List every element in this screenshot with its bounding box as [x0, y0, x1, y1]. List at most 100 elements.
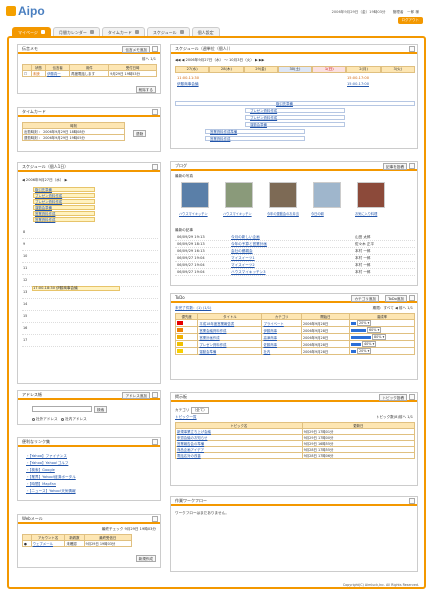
logout-button[interactable]: ログアウト	[397, 17, 423, 24]
week-span-event[interactable]: 運動会準備	[245, 122, 345, 127]
table-row[interactable]: 営業計画作成 高津商事 2006年9月28日 80% ▾	[174, 333, 416, 341]
table-row[interactable]: 平成18年度営業報告書 プライベート 2006年9月28日 20% ▾	[174, 319, 416, 327]
todo-title[interactable]: 運動会準備	[197, 347, 263, 355]
week-day-header[interactable]: 2(月)	[346, 66, 381, 73]
board-nav[interactable]: トピック数(8)前へ 1/1	[376, 415, 413, 420]
week-day-header[interactable]: 28(木)	[209, 66, 244, 73]
progress-select[interactable]: 80% ▾	[371, 334, 387, 340]
todo-nav[interactable]: 期限：すべて ◀ 前へ 1/1	[373, 306, 413, 311]
settings-icon[interactable]	[89, 30, 94, 34]
blog-photo-caption[interactable]: 今年の運動会のお弁当	[267, 211, 299, 216]
week-day-header[interactable]: 29(金)	[243, 66, 278, 73]
week-day-header[interactable]: 3(火)	[380, 66, 415, 73]
allday-event-label[interactable]: 運動会準備	[35, 205, 52, 210]
week-day-header[interactable]: 27(水)	[175, 66, 210, 73]
tab-mypage[interactable]: マイページ	[12, 27, 51, 36]
todo-filter[interactable]: 未完了件数：(1) (1/1)	[175, 306, 211, 311]
week-span-label[interactable]: 営業資料作成準備	[210, 129, 237, 134]
blog-entry[interactable]: 06/09/29 18:13 今年の予算と営業計画 佐々木 正平	[175, 241, 415, 248]
table-row[interactable]: ● ウェブメール 未確認 9月29日 19時03分	[22, 540, 133, 547]
board-add-button[interactable]: トピック投稿	[379, 394, 407, 401]
todo-title[interactable]: 営業計画作成	[197, 333, 263, 341]
edit-icon[interactable]	[152, 109, 158, 115]
address-search-input[interactable]	[32, 406, 92, 412]
progress-select[interactable]: 40% ▾	[361, 341, 377, 347]
edit-icon[interactable]	[152, 164, 158, 170]
link-item[interactable]: ・【ニュース】Yahoo!天気情報	[26, 489, 76, 494]
week-span-label[interactable]: 運動会準備	[250, 122, 267, 127]
todo-title[interactable]: 営業会議資料作成	[197, 326, 263, 334]
week-span-event[interactable]: プレゼン資料作成	[245, 115, 345, 120]
link-item[interactable]: ・【Yahoo】ファイナンス	[26, 454, 67, 459]
blog-photo[interactable]	[269, 182, 297, 208]
todo-title[interactable]: プレゼン資料作成	[197, 340, 263, 348]
table-row[interactable]: 電話応対の改善 9月28日 17時06分	[175, 452, 416, 459]
settings-icon[interactable]	[134, 30, 139, 34]
address-search-button[interactable]: 検索	[94, 406, 108, 413]
link-item[interactable]: ・【検索】Google	[26, 468, 55, 473]
blog-entry-title[interactable]: マイスイーツ2	[231, 263, 255, 268]
blog-entry[interactable]: 06/09/27 19:04 ハウスマイキッチン3 本村 一郎	[175, 269, 415, 276]
schedule-day-date[interactable]: ◀ 2006年9月27日（水） ▶	[22, 178, 67, 183]
week-event[interactable]: 15:00-17:00	[347, 82, 369, 86]
address-radios[interactable]: 社外アドレス 社内アドレス	[32, 417, 87, 422]
edit-icon[interactable]	[409, 163, 415, 169]
blog-entry[interactable]: 06/09/27 19:04 マイスイーツ2 本村 一郎	[175, 262, 415, 269]
link-item[interactable]: ・【業界】Yahoo!経済ポータル	[26, 475, 76, 480]
week-span-label[interactable]: プレゼン資料作成	[250, 108, 277, 113]
link-item[interactable]: ・【時間】MapFan	[26, 482, 56, 487]
table-row[interactable]: 運動会準備 社内 2006年9月28日 20% ▾	[174, 347, 416, 355]
settings-icon[interactable]	[179, 30, 184, 34]
address-add-button[interactable]: アドレス追加	[122, 392, 150, 399]
blog-entry-title[interactable]: 会社の懇親会	[231, 249, 253, 254]
allday-event-label[interactable]: 営業資料作成	[35, 217, 55, 222]
tab-calendar[interactable]: 月間カレンダー	[52, 27, 100, 36]
progress-select[interactable]: 20% ▾	[356, 348, 372, 354]
todo-category[interactable]: 高津商事	[261, 333, 302, 341]
allday-event[interactable]: 運動会準備	[33, 205, 95, 210]
week-day-header[interactable]: 30(土)	[277, 66, 313, 73]
tab-schedule[interactable]: スケジュール	[146, 27, 190, 36]
week-range[interactable]: ◀◀ ◀ 2006年9月27日（水） 〜 10月3日（火） ▶ ▶▶	[175, 58, 264, 63]
board-category[interactable]: カテゴリ （全て）	[175, 407, 209, 414]
edit-icon[interactable]	[409, 498, 415, 504]
progress-select[interactable]: 60% ▾	[366, 327, 382, 333]
allday-event[interactable]: プレゼン資料作成	[33, 193, 95, 198]
memo-delete-button[interactable]: 削除する	[135, 86, 156, 93]
allday-event[interactable]: プレゼン資料作成	[33, 199, 95, 204]
table-row[interactable]: 営業会議資料作成 伊藤商事 2006年9月28日 60% ▾	[174, 326, 416, 334]
memo-add-button[interactable]: 伝言メモ追加	[122, 46, 150, 53]
blog-photo-caption[interactable]: ハウスマイキッチン	[179, 211, 208, 216]
todo-category[interactable]: 佐藤商事	[261, 340, 302, 348]
tab-personal[interactable]: 個人設定	[191, 27, 220, 36]
blog-photo[interactable]	[181, 182, 209, 208]
settings-icon[interactable]	[40, 30, 45, 34]
todo-category[interactable]: 社内	[261, 347, 302, 355]
table-row[interactable]: ☐ 未読 伊藤真一 再度電話します 9月29日 19時53分	[22, 70, 157, 77]
week-day-header[interactable]: 1(日)	[312, 66, 347, 73]
board-filter[interactable]: トピック一覧	[175, 415, 197, 420]
week-span-event[interactable]: 取引先準備	[175, 101, 415, 106]
blog-entry[interactable]: 06/09/27 19:04 マイスイーツ1 本村 一郎	[175, 255, 415, 262]
week-span-event[interactable]: 営業資料作成	[205, 136, 305, 141]
todo-category[interactable]: 伊藤商事	[261, 326, 302, 334]
todo-title[interactable]: 平成18年度営業報告書	[197, 319, 263, 327]
allday-event-label[interactable]: プレゼン資料作成	[35, 199, 62, 204]
schedule-event-text[interactable]: 17:00-18:30 伊藤商事会議	[33, 286, 78, 291]
edit-icon[interactable]	[152, 392, 158, 398]
todo-add-button[interactable]: ToDo追加	[385, 295, 407, 302]
allday-event-label[interactable]: プレゼン資料作成	[35, 193, 62, 198]
blog-entry-title[interactable]: マイスイーツ1	[231, 256, 255, 261]
webmail-new-button[interactable]: 新規作成	[135, 555, 156, 562]
week-event[interactable]: 伊藤商事会議	[177, 82, 199, 87]
topic-title[interactable]: 電話応対の改善	[175, 452, 303, 459]
edit-icon[interactable]	[409, 46, 415, 52]
blog-entry[interactable]: 06/09/29 19:13 今月の新しい企画 山田 太郎	[175, 234, 415, 241]
week-span-label[interactable]: プレゼン資料作成	[250, 115, 277, 120]
table-row[interactable]: プレゼン資料作成 佐藤商事 2006年9月28日 40% ▾	[174, 340, 416, 348]
blog-entry[interactable]: 06/09/29 16:13 会社の懇親会 本村 一郎	[175, 248, 415, 255]
blog-entry-title[interactable]: 今年の予算と営業計画	[231, 242, 267, 247]
edit-icon[interactable]	[152, 46, 158, 52]
allday-event[interactable]: 営業資料作成	[33, 217, 95, 222]
blog-photo-caption[interactable]: ハウスマイキッチン	[223, 211, 252, 216]
